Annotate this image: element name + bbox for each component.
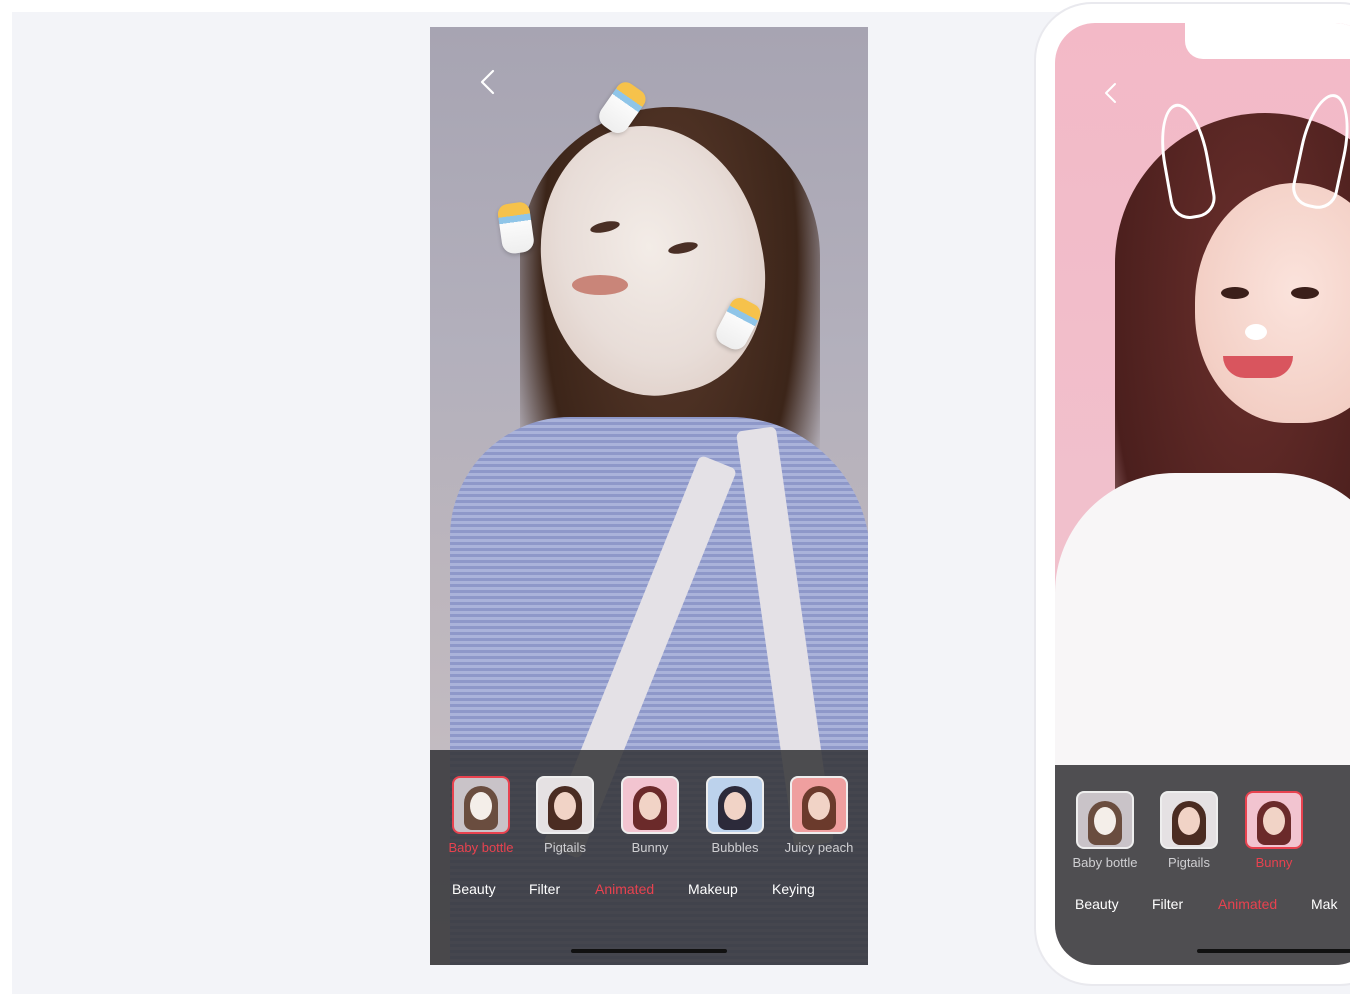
sticker-label: Bunny (1255, 855, 1293, 870)
home-indicator (1197, 949, 1350, 953)
effects-panel: Baby bottle Pigtails Bunny Bubbles Juicy… (430, 750, 868, 965)
chevron-left-icon[interactable] (474, 67, 504, 97)
chevron-left-icon[interactable] (1100, 81, 1124, 105)
tab-beauty[interactable]: Beauty (1075, 896, 1119, 912)
sticker-item-baby-bottle[interactable]: Baby bottle (1063, 791, 1147, 870)
portrait-eye (1291, 287, 1319, 299)
sticker-list: Baby bottle Pigtails Bunny (1055, 791, 1350, 871)
tab-beauty[interactable]: Beauty (452, 881, 496, 897)
portrait-eye (1221, 287, 1249, 299)
tab-makeup[interactable]: Mak (1311, 896, 1337, 912)
phone-notch (1185, 23, 1350, 59)
tab-animated[interactable]: Animated (1218, 896, 1277, 912)
sticker-label: Bunny (631, 840, 669, 855)
sticker-list: Baby bottle Pigtails Bunny Bubbles Juicy… (430, 776, 868, 856)
tab-keying[interactable]: Keying (772, 881, 815, 897)
sticker-thumbnail (706, 776, 764, 834)
baby-bottle-sticker-icon (496, 201, 536, 255)
sticker-thumbnail (536, 776, 594, 834)
tab-makeup[interactable]: Makeup (688, 881, 738, 897)
bunny-nose-sticker (1245, 324, 1267, 340)
tab-filter[interactable]: Filter (1152, 896, 1183, 912)
sticker-label: Baby bottle (1072, 855, 1138, 870)
sticker-thumbnail (1076, 791, 1134, 849)
sticker-label: Juicy peach (784, 840, 854, 855)
sticker-thumbnail (790, 776, 848, 834)
sticker-thumbnail (621, 776, 679, 834)
sticker-item-juicy-peach[interactable]: Juicy peach (777, 776, 861, 855)
right-app-screen: Baby bottle Pigtails Bunny Beauty Filter… (1055, 23, 1350, 965)
effects-panel: Baby bottle Pigtails Bunny Beauty Filter… (1055, 765, 1350, 965)
sticker-label: Pigtails (1168, 855, 1210, 870)
sticker-item-baby-bottle[interactable]: Baby bottle (439, 776, 523, 855)
sticker-thumbnail (452, 776, 510, 834)
tab-animated[interactable]: Animated (595, 881, 654, 897)
portrait-lips (572, 275, 628, 295)
sticker-thumbnail (1245, 791, 1303, 849)
sticker-item-bunny[interactable]: Bunny (608, 776, 692, 855)
sticker-label: Pigtails (544, 840, 586, 855)
sticker-item-bubbles[interactable]: Bubbles (693, 776, 777, 855)
sticker-label: Bubbles (711, 840, 759, 855)
effects-tab-bar: Beauty Filter Animated Makeup Keying (430, 881, 868, 901)
sticker-thumbnail (1160, 791, 1218, 849)
portrait-smile (1223, 356, 1293, 378)
sticker-item-bunny[interactable]: Bunny (1232, 791, 1316, 870)
sticker-item-pigtails[interactable]: Pigtails (523, 776, 607, 855)
sticker-label: Baby bottle (448, 840, 514, 855)
sticker-item-pigtails[interactable]: Pigtails (1147, 791, 1231, 870)
tab-filter[interactable]: Filter (529, 881, 560, 897)
effects-tab-bar: Beauty Filter Animated Mak (1055, 896, 1350, 916)
left-app-screen: Baby bottle Pigtails Bunny Bubbles Juicy… (430, 27, 868, 965)
home-indicator (571, 949, 727, 953)
